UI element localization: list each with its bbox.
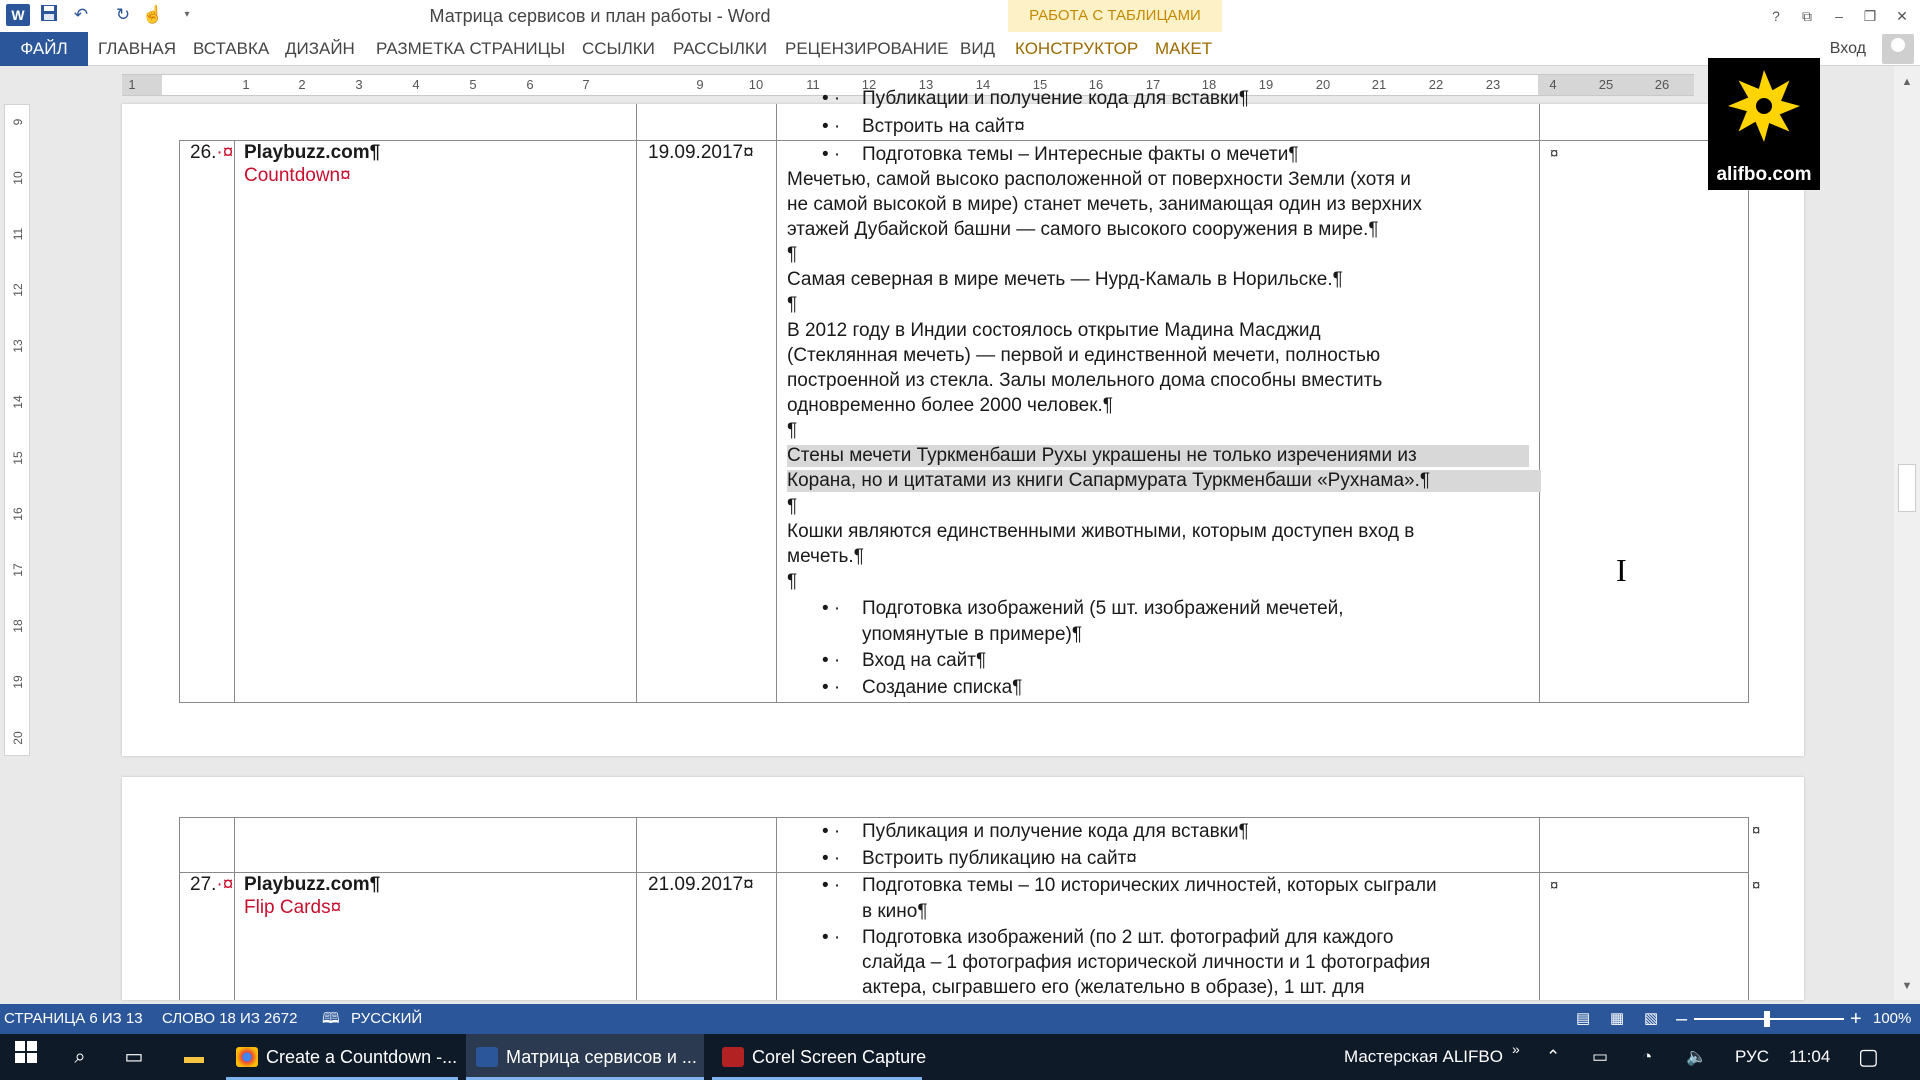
row-end-mark: ¤ xyxy=(1752,822,1761,839)
scroll-thumb[interactable] xyxy=(1898,464,1916,512)
selected-text-line[interactable]: Стены мечети Туркменбаши Рухы украшены н… xyxy=(787,445,1529,467)
close-button[interactable]: ✕ xyxy=(1888,4,1916,28)
alifbo-emblem-icon xyxy=(1728,70,1800,142)
status-bar: СТРАНИЦА 6 ИЗ 13 СЛОВО 18 ИЗ 2672 🕮 РУСС… xyxy=(0,1004,1920,1034)
title-bar: W ↶ ↻ ☝ ▾ Матрица сервисов и план работы… xyxy=(0,0,1920,32)
tab-insert[interactable]: ВСТАВКА xyxy=(193,32,269,66)
proofing-icon[interactable]: 🕮 xyxy=(322,1004,340,1034)
volume-icon[interactable]: 🔈 xyxy=(1686,1034,1707,1080)
row-end-mark: ¤ xyxy=(1752,877,1761,894)
minimize-button[interactable]: – xyxy=(1825,4,1853,28)
task-date: 21.09.2017¤ xyxy=(648,874,754,895)
taskbar-app-corel[interactable]: Corel Screen Capture xyxy=(712,1034,926,1080)
row-number: 26.·¤ xyxy=(190,142,234,163)
paragraph-line: Самая северная в мире мечеть — Нурд-Кама… xyxy=(787,269,1343,290)
tab-file[interactable]: ФАЙЛ xyxy=(0,32,88,66)
list-item-continuation: актера, сыгравшего его (желательно в обр… xyxy=(862,977,1365,998)
taskbar-app-word[interactable]: Матрица сервисов и ... xyxy=(466,1034,704,1080)
paragraph-line: Кошки являются единственными животными, … xyxy=(787,521,1415,542)
service-format: Flip Cards¤ xyxy=(244,897,342,918)
paragraph-line: ¶ xyxy=(787,571,798,592)
battery-icon[interactable]: ▭ xyxy=(1592,1034,1608,1080)
word-count[interactable]: СЛОВО 18 ИЗ 2672 xyxy=(162,1004,297,1034)
toolbar-label[interactable]: Мастерская ALIFBO xyxy=(1344,1034,1503,1080)
toolbar-expand-icon[interactable]: » xyxy=(1512,1026,1520,1072)
chevron-up-icon[interactable]: ⌃ xyxy=(1546,1034,1560,1080)
list-item-continuation: слайда – 1 фотография исторической лично… xyxy=(862,952,1431,973)
start-windows-icon[interactable] xyxy=(4,1040,48,1074)
paragraph-line: мечеть.¶ xyxy=(787,546,864,567)
paragraph-line: ¶ xyxy=(787,496,798,517)
tab-design[interactable]: ДИЗАЙН xyxy=(285,32,355,66)
tab-references[interactable]: ССЫЛКИ xyxy=(582,32,655,66)
service-name: Playbuzz.com¶ xyxy=(244,142,381,163)
row-number: 27.·¤ xyxy=(190,874,234,895)
clock[interactable]: 11:04 xyxy=(1789,1034,1830,1080)
sign-in-link[interactable]: Вход xyxy=(1830,32,1866,66)
task-date: 19.09.2017¤ xyxy=(648,142,754,163)
read-mode-icon[interactable]: ▤ xyxy=(1576,1004,1590,1034)
paragraph-line: этажей Дубайской башни — самого высокого… xyxy=(787,219,1379,240)
taskbar-app-chrome[interactable]: Create a Countdown -... xyxy=(226,1034,458,1080)
user-avatar-icon[interactable] xyxy=(1882,34,1914,64)
print-layout-icon[interactable]: ▦ xyxy=(1610,1004,1624,1034)
zoom-in-button[interactable]: + xyxy=(1850,1004,1862,1034)
search-icon[interactable]: ⌕ xyxy=(58,1040,102,1074)
paragraph-line: не самой высокой в мире) станет мечеть, … xyxy=(787,194,1422,215)
scroll-down-icon[interactable]: ▼ xyxy=(1900,980,1914,994)
selected-text-line[interactable]: Корана, но и цитатами из книги Сапармура… xyxy=(787,470,1541,492)
language-indicator[interactable]: РУССКИЙ xyxy=(351,1004,422,1034)
cell-end-mark: ¤ xyxy=(1550,877,1559,894)
notifications-icon[interactable]: ▢ xyxy=(1858,1034,1879,1080)
help-button[interactable]: ? xyxy=(1762,4,1790,28)
paragraph-line: (Стеклянная мечеть) — первой и единствен… xyxy=(787,345,1381,366)
web-layout-icon[interactable]: ▧ xyxy=(1644,1004,1658,1034)
document-page[interactable]: • · Публикация и получение кода для встав… xyxy=(122,777,1804,1000)
alifbo-logo: alifbo.com xyxy=(1708,58,1820,190)
zoom-level[interactable]: 100% xyxy=(1873,1004,1911,1034)
taskbar: ⌕ ▭ ▬ Create a Countdown -... Матрица се… xyxy=(0,1034,1920,1080)
tab-home[interactable]: ГЛАВНАЯ xyxy=(98,32,176,66)
vertical-ruler[interactable]: 9 10 11 12 13 14 15 16 17 18 19 20 xyxy=(4,104,30,756)
list-item-continuation: упомянутые в примере)¶ xyxy=(862,624,1083,645)
wifi-icon[interactable]: ◔ xyxy=(1642,1034,1652,1080)
service-format: Countdown¤ xyxy=(244,165,351,186)
paragraph-line: одновременно более 2000 человек.¶ xyxy=(787,395,1114,416)
tab-table-layout[interactable]: МАКЕТ xyxy=(1155,32,1212,66)
paragraph-line: В 2012 году в Индии состоялось открытие … xyxy=(787,320,1321,341)
input-language[interactable]: РУС xyxy=(1735,1034,1769,1080)
service-name: Playbuzz.com¶ xyxy=(244,874,381,895)
text-cursor-icon: I xyxy=(1616,552,1627,588)
tab-mailings[interactable]: РАССЫЛКИ xyxy=(673,32,767,66)
restore-button[interactable]: ❐ xyxy=(1856,4,1884,28)
vertical-scrollbar[interactable]: ▲ ▼ xyxy=(1894,66,1920,1000)
tab-review[interactable]: РЕЦЕНЗИРОВАНИЕ xyxy=(785,32,949,66)
zoom-slider-thumb[interactable] xyxy=(1764,1011,1770,1027)
ribbon-tabs: ФАЙЛ ГЛАВНАЯ ВСТАВКА ДИЗАЙН РАЗМЕТКА СТР… xyxy=(0,32,1920,66)
page-indicator[interactable]: СТРАНИЦА 6 ИЗ 13 xyxy=(4,1004,143,1034)
logo-text: alifbo.com xyxy=(1716,164,1812,185)
document-page[interactable]: • · Публикации и получение кода для встав… xyxy=(122,88,1804,756)
tab-page-layout[interactable]: РАЗМЕТКА СТРАНИЦЫ xyxy=(376,32,565,66)
paragraph-line: ¶ xyxy=(787,420,798,441)
tab-view[interactable]: ВИД xyxy=(960,32,995,66)
paragraph-line: ¶ xyxy=(787,244,798,265)
list-item-continuation: в кино¶ xyxy=(862,901,928,922)
scroll-up-icon[interactable]: ▲ xyxy=(1900,76,1914,90)
ribbon-display-button[interactable]: ⧉ xyxy=(1793,4,1821,28)
zoom-out-button[interactable]: – xyxy=(1676,1004,1687,1034)
paragraph-line: Мечетью, самой высоко расположенной от п… xyxy=(787,169,1411,190)
task-view-icon[interactable]: ▭ xyxy=(112,1040,156,1074)
paragraph-line: построенной из стекла. Залы молельного д… xyxy=(787,370,1383,391)
file-explorer-icon[interactable]: ▬ xyxy=(172,1040,216,1074)
table-tools-group-label: РАБОТА С ТАБЛИЦАМИ xyxy=(1008,0,1222,32)
paragraph-line: ¶ xyxy=(787,294,798,315)
tab-table-design[interactable]: КОНСТРУКТОР xyxy=(1015,32,1138,66)
cell-end-mark: ¤ xyxy=(1550,145,1559,162)
